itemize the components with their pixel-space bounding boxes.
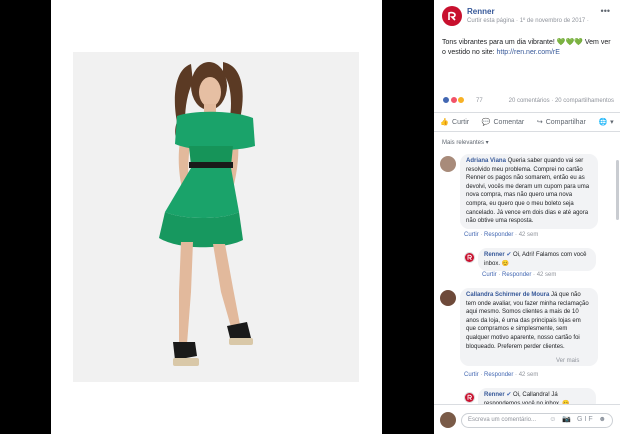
renner-logo-icon: [465, 253, 474, 262]
more-options-icon[interactable]: •••: [601, 6, 610, 16]
share-button[interactable]: ↪ Compartilhar: [536, 118, 586, 127]
photo-viewer[interactable]: [51, 0, 382, 434]
globe-icon: 🌐: [598, 119, 608, 126]
avatar[interactable]: [440, 290, 456, 306]
verified-badge-icon: ✔: [506, 252, 512, 258]
comment-label: Comentar: [493, 118, 525, 126]
post-panel: Renner Curtir esta página · 1º de novemb…: [434, 0, 620, 434]
post-subtitle: Curtir esta página · 1º de novembro de 2…: [467, 18, 589, 24]
comment-author[interactable]: Callandra Schirmer de Moura: [466, 292, 549, 298]
reply-reply-link[interactable]: Responder: [502, 272, 531, 278]
comment-text: Queria saber quando vai ser resolvido me…: [466, 158, 590, 225]
comment-input-placeholder: Escreva um comentário...: [468, 417, 537, 423]
comment-bubble: Callandra Schirmer de Moura Já que não t…: [460, 288, 598, 366]
thumbs-up-icon: 👍: [440, 119, 450, 126]
reply-author[interactable]: Renner: [484, 252, 505, 258]
comment-meta: Curtir · Responder · 42 sem: [464, 232, 539, 238]
reactions-row: 77 20 comentários · 20 compartilhamentos: [442, 96, 614, 108]
share-arrow-icon: ↪: [536, 119, 543, 126]
like-reaction-icon: [442, 96, 450, 104]
post-link[interactable]: http://ren.ner.com/rE: [496, 49, 559, 56]
comment-sort-dropdown[interactable]: Mais relevantes ▾: [442, 139, 489, 146]
reply-time[interactable]: 42 sem: [537, 272, 557, 278]
renner-reply-avatar[interactable]: [464, 392, 475, 403]
renner-logo-icon: [465, 393, 474, 402]
input-emoji-camera-gif-sticker-icons[interactable]: ☺ 📷 GIF ☻: [549, 415, 608, 423]
share-label: Compartilhar: [545, 118, 586, 126]
comment-input[interactable]: Escreva um comentário... ☺ 📷 GIF ☻: [461, 413, 613, 428]
comment-input-bar: Escreva um comentário... ☺ 📷 GIF ☻: [434, 404, 620, 434]
post-text: Tons vibrantes para um dia vibrante! 💚💚💚…: [442, 38, 614, 58]
comment-author[interactable]: Adriana Viana: [466, 158, 506, 164]
current-user-avatar: [440, 412, 456, 428]
comment-reply-link[interactable]: Responder: [484, 232, 513, 238]
renner-logo-icon: [448, 11, 456, 21]
reply-author[interactable]: Renner: [484, 392, 505, 398]
comment-reply-link[interactable]: Responder: [484, 372, 513, 378]
comment-like-link[interactable]: Curtir: [464, 372, 479, 378]
page-avatar[interactable]: [442, 6, 462, 26]
product-photo: [73, 52, 359, 382]
renner-reply-avatar[interactable]: [464, 252, 475, 263]
comment-button[interactable]: 💬 Comentar: [481, 118, 525, 127]
wow-reaction-icon: [457, 96, 466, 104]
audience-selector[interactable]: 🌐 ▾: [598, 118, 613, 126]
comment-time[interactable]: 42 sem: [519, 232, 539, 238]
avatar[interactable]: [440, 156, 456, 172]
chevron-down-icon: ▾: [610, 119, 614, 126]
comment-time[interactable]: 42 sem: [519, 372, 539, 378]
comments-shares-count[interactable]: 20 comentários · 20 compartilhamentos: [509, 98, 614, 104]
page-name[interactable]: Renner: [467, 7, 495, 16]
viewer-stage: Renner Curtir esta página · 1º de novemb…: [0, 0, 620, 434]
comment-like-link[interactable]: Curtir: [464, 232, 479, 238]
reply-meta: Curtir · Responder · 42 sem: [482, 272, 557, 278]
comment-meta: Curtir · Responder · 42 sem: [464, 372, 539, 378]
comments-scrollbar[interactable]: [616, 160, 619, 220]
post-actions: 👍 Curtir 💬 Comentar ↪ Compartilhar 🌐 ▾: [434, 112, 620, 132]
post-header: Renner Curtir esta página · 1º de novemb…: [434, 0, 620, 32]
reaction-count[interactable]: 77: [476, 98, 483, 104]
like-label: Curtir: [452, 118, 470, 126]
reply-bubble: Renner ✔ Oi, Adri! Falamos com você inbo…: [478, 248, 596, 272]
speech-bubble-icon: 💬: [481, 119, 491, 126]
comment-text: Já que não tem onde avaliar, vou fazer m…: [466, 292, 589, 350]
see-more-link[interactable]: Ver mais: [554, 358, 582, 364]
comment-bubble: Adriana Viana Queria saber quando vai se…: [460, 154, 598, 229]
model-in-green-dress-image: [73, 52, 359, 382]
verified-badge-icon: ✔: [506, 392, 512, 398]
reply-like-link[interactable]: Curtir: [482, 272, 497, 278]
like-button[interactable]: 👍 Curtir: [440, 118, 470, 127]
